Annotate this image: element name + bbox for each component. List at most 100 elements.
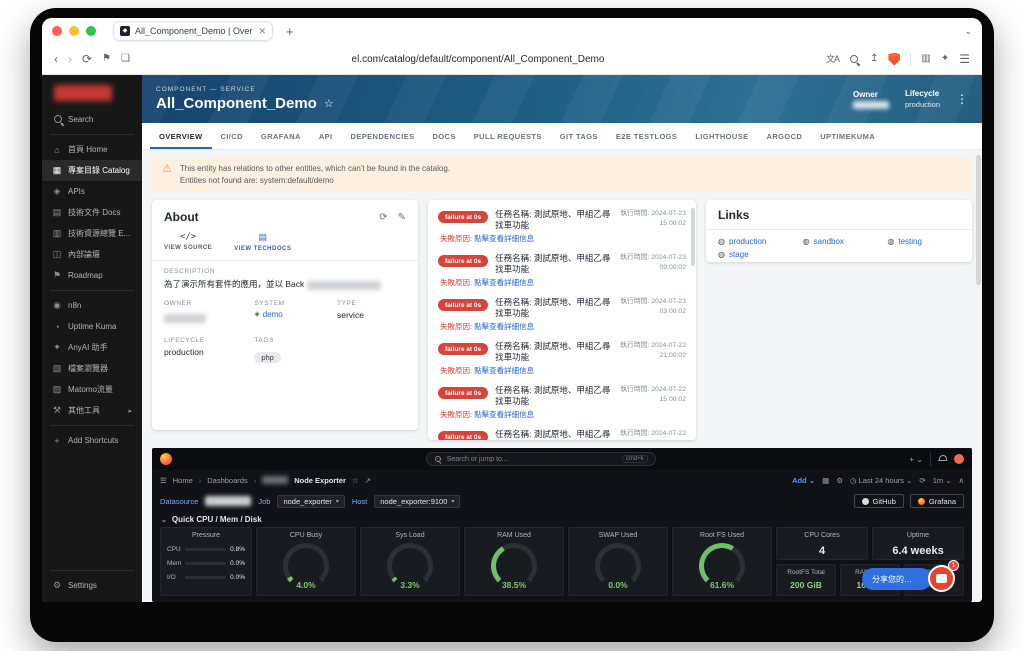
sidebar-item-add-shortcuts[interactable]: + Add Shortcuts xyxy=(42,430,142,451)
sidebar-item-forum[interactable]: ◫ 內部論壇 xyxy=(42,244,142,265)
close-window-button[interactable] xyxy=(52,26,62,36)
view-source-button[interactable]: </> VIEW SOURCE xyxy=(164,232,212,253)
sidebar-panel-icon[interactable]: ▥ xyxy=(921,54,930,64)
star-icon[interactable]: ☆ xyxy=(352,476,359,485)
time-range-picker[interactable]: ◷ Last 24 hours ⌄ xyxy=(850,476,912,485)
sidebar-item-roadmap[interactable]: ⚑ Roadmap xyxy=(42,265,142,286)
links-title: Links xyxy=(718,208,750,222)
link-testing[interactable]: ◍ testing xyxy=(887,237,960,246)
failure-detail-link[interactable]: 點擊查看詳細信息 xyxy=(474,234,534,243)
failure-detail-link[interactable]: 點擊查看詳細信息 xyxy=(474,322,534,331)
share-icon[interactable]: ↥ xyxy=(870,54,878,64)
breadcrumb-home[interactable]: Home xyxy=(173,476,193,485)
refresh-icon[interactable]: ⟳ xyxy=(919,476,925,485)
failure-detail-link[interactable]: 點擊查看詳細信息 xyxy=(474,278,534,287)
sidebar-item-catalog[interactable]: ▦ 專案目錄 Catalog xyxy=(42,160,142,181)
sidebar-item-anyai[interactable]: ✦ AnyAI 助手 xyxy=(42,337,142,358)
cpu-cores-stat-panel: CPU Cores 4 xyxy=(776,527,868,560)
bell-icon[interactable] xyxy=(937,454,948,464)
github-button[interactable]: GitHub xyxy=(853,494,904,508)
page-scrollbar[interactable] xyxy=(976,155,981,285)
new-menu-icon[interactable]: + ⌄ xyxy=(909,455,923,464)
hamburger-icon[interactable]: ☰ xyxy=(160,476,167,485)
sidebar-item-search[interactable]: Search xyxy=(42,109,142,130)
job-select[interactable]: node_exporter ▾ xyxy=(277,494,345,508)
tag-chip[interactable]: php xyxy=(254,351,281,363)
sidebar-item-resources[interactable]: ▥ 技術資源總覽 E... xyxy=(42,223,142,244)
system-link[interactable]: demo xyxy=(263,310,283,319)
avatar[interactable] xyxy=(953,454,964,464)
close-tab-icon[interactable]: ✕ xyxy=(258,26,266,37)
tab-argocd[interactable]: ARGOCD xyxy=(758,123,812,149)
links-card: Links ◍ production ◍ sandbox ◍ testing ◍ sta… xyxy=(706,200,972,262)
datasource-value-redacted[interactable] xyxy=(205,496,252,506)
zoom-window-button[interactable] xyxy=(86,26,96,36)
tab-dependencies[interactable]: DEPENDENCIES xyxy=(342,123,424,149)
share-arrow-icon[interactable]: ↗ xyxy=(365,476,371,485)
link-production[interactable]: ◍ production xyxy=(718,237,799,246)
collapse-chevron-icon[interactable]: ∧ xyxy=(959,476,965,485)
site-info-icon[interactable]: ❏ xyxy=(121,54,130,64)
menu-icon[interactable]: ☰ xyxy=(959,53,970,65)
browser-tab[interactable]: ◆ All_Component_Demo | Over ✕ xyxy=(113,21,273,41)
zoom-search-icon[interactable] xyxy=(849,54,860,65)
analytics-icon: ▨ xyxy=(52,384,62,394)
sidebar-item-matomo[interactable]: ▨ Matomo流量 xyxy=(42,379,142,400)
favorite-star-icon[interactable]: ☆ xyxy=(324,97,334,110)
sidebar-item-file-browser[interactable]: ▧ 檔案瀏覽器 xyxy=(42,358,142,379)
bookmark-flag-icon[interactable]: ⚑ xyxy=(102,54,111,64)
tab-api[interactable]: API xyxy=(310,123,342,149)
sidebar-item-docs[interactable]: ▤ 技術文件 Docs xyxy=(42,202,142,223)
view-techdocs-button[interactable]: ▤ VIEW TECHDOCS xyxy=(234,232,291,253)
content-area: ⚠ This entity has relations to other ent… xyxy=(142,150,982,602)
tab-lighthouse[interactable]: LIGHTHOUSE xyxy=(686,123,757,149)
reload-button[interactable]: ⟳ xyxy=(82,53,92,65)
sidebar-item-uptime-kuma[interactable]: ◔ Uptime Kuma xyxy=(42,316,142,337)
link-stage[interactable]: ◍ stage xyxy=(718,250,799,259)
tab-grafana[interactable]: GRAFANA xyxy=(252,123,310,149)
shortcut-hint: cmd+k xyxy=(621,455,648,463)
sidebar-item-other-tools[interactable]: ⚒ 其他工具 ▸ xyxy=(42,400,142,421)
back-button[interactable]: ‹ xyxy=(54,53,58,65)
tab-search-chevron-icon[interactable]: ⌄ xyxy=(964,26,972,37)
grafana-button[interactable]: Grafana xyxy=(909,494,964,508)
new-tab-button[interactable]: + xyxy=(286,24,294,39)
kebab-menu-icon[interactable]: ⋮ xyxy=(956,92,968,106)
sparkle-icon[interactable]: ✦ xyxy=(941,54,949,64)
events-scrollbar[interactable] xyxy=(691,208,695,266)
grafana-breadcrumb-bar: ☰ Home › Dashboards › Node Exporter ☆ ↗ … xyxy=(152,470,972,490)
brave-shield-icon[interactable] xyxy=(888,52,901,66)
row-quick-cpu-mem-disk[interactable]: ⌄ Quick CPU / Mem / Disk xyxy=(152,512,972,527)
tab-docs[interactable]: DOCS xyxy=(424,123,465,149)
sidebar-item-apis[interactable]: ◈ APIs xyxy=(42,181,142,202)
failure-detail-link[interactable]: 點擊查看詳細信息 xyxy=(474,366,534,375)
sidebar-item-n8n[interactable]: ◉ n8n xyxy=(42,295,142,316)
tab-uptimekuma[interactable]: UPTIMEKUMA xyxy=(811,123,884,149)
failure-detail-link[interactable]: 點擊查看詳細信息 xyxy=(474,410,534,419)
tab-overview[interactable]: OVERVIEW xyxy=(150,123,212,149)
panel-icon[interactable]: ▦ xyxy=(822,476,829,485)
sidebar-item-settings[interactable]: ⚙ Settings xyxy=(42,575,142,596)
dashboard-settings-icon[interactable]: ⚙ xyxy=(836,476,843,485)
sidebar-item-home[interactable]: ⌂ 首頁 Home xyxy=(42,139,142,160)
tab-e2e-testlogs[interactable]: E2E TESTLOGS xyxy=(607,123,686,149)
refresh-icon[interactable]: ⟳ xyxy=(379,212,387,223)
link-sandbox[interactable]: ◍ sandbox xyxy=(803,237,884,246)
address-bar[interactable]: el.com/catalog/default/component/All_Com… xyxy=(140,54,816,65)
translate-icon[interactable]: 文A xyxy=(826,54,840,64)
globe-icon: ◍ xyxy=(802,237,810,246)
grafana-search[interactable]: Search or jump to... cmd+k xyxy=(425,452,656,466)
forward-button[interactable]: › xyxy=(68,53,72,65)
tab-cicd[interactable]: CI/CD xyxy=(212,123,252,149)
tab-pull-requests[interactable]: PULL REQUESTS xyxy=(465,123,551,149)
host-select[interactable]: node_exporter:9100 ▾ xyxy=(374,494,461,508)
catalog-icon: ▦ xyxy=(52,165,62,175)
grafana-logo-icon[interactable] xyxy=(160,453,172,465)
edit-icon[interactable]: ✎ xyxy=(398,212,406,223)
tab-git-tags[interactable]: GIT TAGS xyxy=(551,123,607,149)
minimize-window-button[interactable] xyxy=(69,26,79,36)
refresh-interval-picker[interactable]: 1m ⌄ xyxy=(933,476,952,485)
feedback-widget[interactable]: 分享您的… 1 xyxy=(862,560,959,592)
breadcrumb-dashboards[interactable]: Dashboards xyxy=(207,476,247,485)
add-button[interactable]: Add ⌄ xyxy=(792,476,815,485)
